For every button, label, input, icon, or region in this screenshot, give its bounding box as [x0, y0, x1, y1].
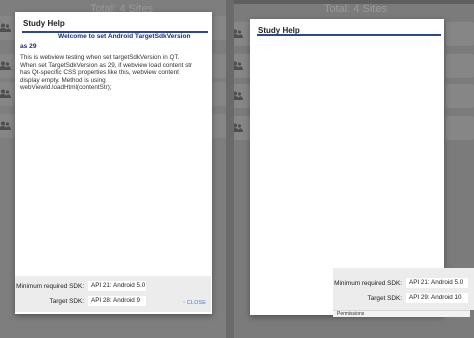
people-icon	[234, 29, 243, 38]
permissions-tab[interactable]: Permissions	[333, 310, 470, 317]
sites-total-label: Total: 4 Sites	[324, 3, 387, 15]
help-body-text: This is webview testing when set targetS…	[20, 54, 193, 92]
pane-divider	[226, 0, 234, 338]
people-icon	[0, 121, 11, 130]
sdk-info-panel	[333, 268, 474, 310]
people-icon	[0, 61, 11, 70]
welcome-heading: Welcome to set Android TargetSdkVersion …	[20, 33, 191, 50]
dialog-title: Study Help	[23, 19, 65, 28]
min-sdk-label: Minimum required SDK:	[334, 280, 402, 287]
target-sdk-label: Target SDK:	[367, 295, 402, 302]
close-button[interactable]: ◦ CLOSE	[183, 300, 206, 306]
min-sdk-label: Minimum required SDK:	[16, 283, 84, 290]
title-rule	[257, 34, 441, 36]
min-sdk-value[interactable]: API 21: Android 5.0	[406, 278, 468, 288]
site-row[interactable]	[446, 84, 474, 108]
people-icon	[234, 91, 243, 100]
target-sdk-label: Target SDK:	[49, 298, 84, 305]
site-row[interactable]	[446, 116, 474, 140]
people-icon	[234, 123, 243, 132]
site-row[interactable]	[446, 22, 474, 46]
site-row[interactable]	[446, 54, 474, 78]
people-icon	[234, 61, 243, 70]
min-sdk-value[interactable]: API 21: Android 5.0	[88, 281, 146, 291]
target-sdk-value[interactable]: API 29: Android 10	[406, 293, 468, 303]
people-icon	[0, 89, 11, 98]
target-sdk-value[interactable]: API 28: Android 9	[88, 296, 146, 306]
people-icon	[0, 23, 11, 32]
